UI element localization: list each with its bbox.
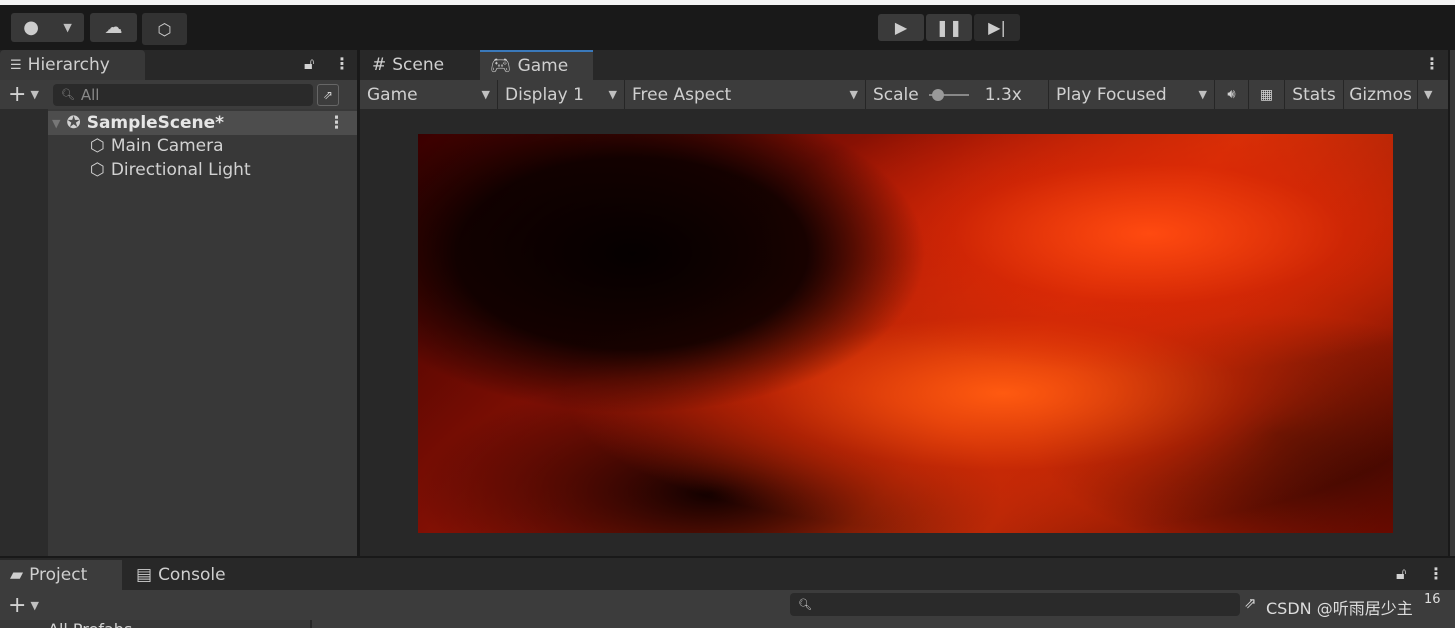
- dropdown-label: Game: [367, 84, 418, 105]
- tab-hierarchy[interactable]: ☰ Hierarchy: [0, 50, 145, 80]
- pause-button[interactable]: ❚❚: [926, 14, 972, 41]
- gizmos-button[interactable]: Gizmos: [1344, 80, 1418, 109]
- gameobject-cube-icon: ⬡: [90, 160, 105, 180]
- cloud-button[interactable]: ☁: [90, 13, 137, 42]
- scale-label: Scale: [873, 84, 919, 105]
- tab-project[interactable]: ▰ Project: [0, 560, 122, 590]
- list-item[interactable]: ⬡ Main Camera: [90, 134, 224, 158]
- aspect-dropdown[interactable]: Free Aspect ▼: [625, 80, 866, 109]
- chevron-down-icon[interactable]: ▼: [1424, 88, 1432, 101]
- plastic-scm-icon: ⬡: [157, 19, 172, 39]
- dropdown-label: Free Aspect: [632, 84, 732, 105]
- hierarchy-search-input[interactable]: 🔍︎ All: [52, 83, 313, 106]
- window-top-edge: [0, 0, 1455, 5]
- chevron-down-icon: ▼: [481, 88, 490, 101]
- game-panel: # Scene 🎮︎ Game ⋮ Game ▼ Display 1 ▼ Free As…: [360, 50, 1448, 556]
- lock-icon[interactable]: 🔓︎: [304, 54, 314, 74]
- list-item[interactable]: ⬡ Directional Light: [90, 158, 251, 182]
- add-icon[interactable]: +: [8, 82, 26, 107]
- slider-thumb[interactable]: [931, 88, 944, 101]
- scale-control: Scale 1.3x: [866, 80, 1049, 109]
- shortcuts-button[interactable]: ▦: [1249, 80, 1285, 109]
- more-options-icon[interactable]: ⋮: [1424, 54, 1440, 73]
- speaker-icon: 🔊︎: [1227, 87, 1236, 102]
- gamepad-icon: 🎮︎: [490, 56, 512, 76]
- tab-label: Console: [158, 565, 226, 585]
- tree-item-all-prefabs[interactable]: All Prefabs: [48, 616, 132, 628]
- keyboard-icon: ▦: [1259, 86, 1274, 103]
- pause-icon: ❚❚: [935, 18, 963, 37]
- chevron-down-icon: ▼: [849, 88, 858, 101]
- tab-label: Project: [29, 565, 88, 585]
- tab-game[interactable]: 🎮︎ Game: [480, 50, 593, 80]
- gameobject-cube-icon: ⬡: [90, 136, 105, 156]
- button-label: Gizmos: [1349, 84, 1412, 105]
- game-viewport[interactable]: [418, 134, 1393, 533]
- item-label: All Prefabs: [48, 620, 132, 628]
- hidden-count: 16: [1424, 592, 1441, 607]
- stats-button[interactable]: Stats: [1285, 80, 1344, 109]
- list-icon: ☰: [10, 57, 22, 73]
- item-label: Directional Light: [110, 160, 251, 180]
- step-button[interactable]: ▶|: [974, 14, 1020, 41]
- more-options-icon[interactable]: ⋮: [334, 54, 350, 73]
- step-icon: ▶|: [988, 18, 1006, 37]
- mute-audio-button[interactable]: 🔊︎: [1215, 80, 1249, 109]
- search-mode-icon[interactable]: ⇗: [1244, 594, 1257, 612]
- scene-row[interactable]: ▼ ✪ SampleScene* ⋮: [48, 111, 357, 135]
- chevron-down-icon[interactable]: ▼: [30, 88, 38, 101]
- scene-name: SampleScene*: [86, 113, 225, 133]
- hierarchy-panel: ☰ Hierarchy 🔓︎ ⋮ + ▼ 🔍︎ All ⇗ ▼ ✪ SampleSce…: [0, 50, 357, 556]
- tab-console[interactable]: ▤ Console: [126, 560, 236, 590]
- display-dropdown[interactable]: Display 1 ▼: [498, 80, 625, 109]
- chevron-down-icon: ▼: [63, 21, 72, 34]
- account-dropdown[interactable]: ● ▼: [11, 13, 84, 42]
- search-icon: 🔍︎: [60, 88, 75, 101]
- expand-arrow-icon[interactable]: ▼: [52, 117, 60, 130]
- item-label: Main Camera: [110, 136, 224, 156]
- play-button[interactable]: ▶: [878, 14, 924, 41]
- project-panel: ▰ Project ▤ Console 🔓︎ ⋮ + ▼ 🔍︎ ⇗ CSDN @听雨居…: [0, 558, 1455, 628]
- search-mode-icon[interactable]: ⇗: [316, 83, 339, 106]
- search-placeholder: All: [80, 85, 100, 104]
- chevron-down-icon: ▼: [608, 88, 617, 101]
- account-icon: ●: [23, 17, 39, 38]
- dropdown-label: Play Focused: [1056, 84, 1167, 105]
- more-options-icon[interactable]: ⋮: [328, 113, 345, 133]
- play-mode-dropdown[interactable]: Play Focused ▼: [1049, 80, 1215, 109]
- tab-label: Hierarchy: [27, 55, 110, 75]
- chevron-down-icon: ▼: [1198, 88, 1207, 101]
- unity-scene-icon: ✪: [66, 113, 81, 133]
- watermark: CSDN @听雨居少主: [1266, 599, 1413, 618]
- grid-icon: #: [372, 55, 387, 75]
- add-icon[interactable]: +: [8, 593, 26, 618]
- view-mode-dropdown[interactable]: Game ▼: [360, 80, 498, 109]
- button-label: Stats: [1292, 84, 1336, 105]
- scale-value: 1.3x: [984, 84, 1022, 105]
- more-options-icon[interactable]: ⋮: [1428, 564, 1444, 583]
- scale-slider[interactable]: [928, 88, 969, 101]
- play-icon: ▶: [894, 18, 908, 37]
- console-icon: ▤: [136, 565, 153, 585]
- tab-label: Game: [517, 56, 569, 76]
- tab-label: Scene: [392, 55, 445, 75]
- folder-icon: ▰: [10, 565, 24, 585]
- tab-scene[interactable]: # Scene: [362, 50, 480, 80]
- search-icon: 🔍︎: [798, 598, 812, 611]
- project-search-input[interactable]: 🔍︎: [790, 593, 1240, 616]
- cloud-icon: ☁: [104, 17, 123, 38]
- plastic-scm-button[interactable]: ⬡: [142, 13, 187, 45]
- dropdown-label: Display 1: [505, 84, 584, 105]
- chevron-down-icon[interactable]: ▼: [30, 599, 38, 612]
- lock-icon[interactable]: 🔓︎: [1396, 564, 1406, 584]
